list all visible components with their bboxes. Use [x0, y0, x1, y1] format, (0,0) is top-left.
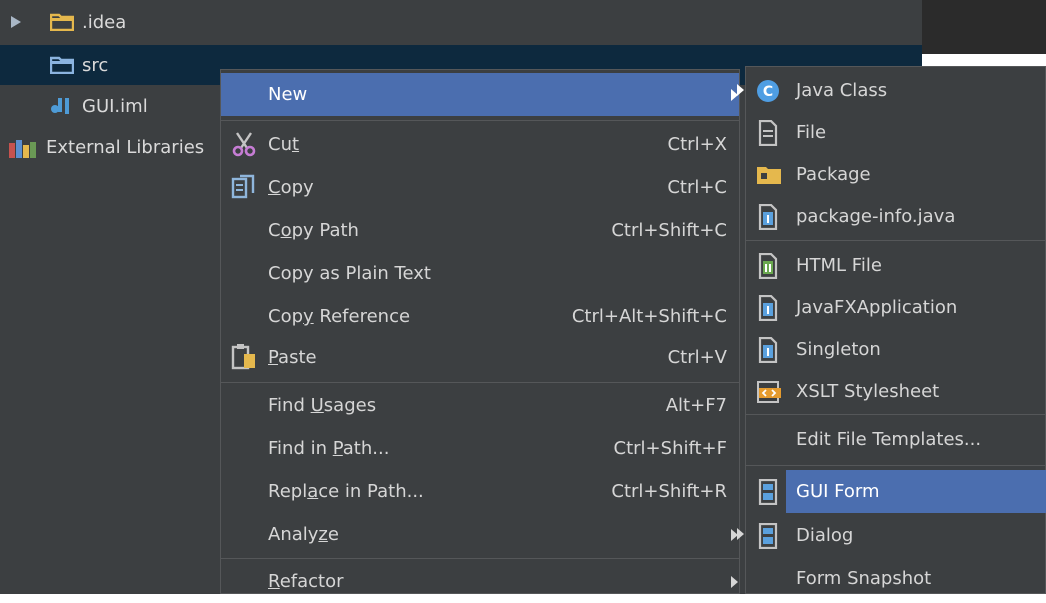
folder-icon [50, 13, 74, 31]
java-file-icon [758, 204, 778, 230]
shortcut-label: Ctrl+Shift+C [611, 220, 727, 241]
menu-item-copy-as-plain-text[interactable]: Copy as Plain Text [221, 252, 739, 295]
java-class-icon: C [756, 79, 780, 103]
gui-form-icon [758, 479, 778, 505]
svg-text:C: C [763, 84, 773, 100]
menu-separator [221, 120, 739, 121]
shortcut-label: Ctrl+Alt+Shift+C [571, 306, 727, 327]
menu-item-label: Replace in Path... [268, 481, 424, 502]
menu-item-label: Refactor [268, 571, 344, 592]
submenu-item-gui-form[interactable]: GUI Form [746, 470, 1046, 513]
menu-item-label: Cut [268, 134, 300, 155]
submenu-item-label: File [796, 122, 827, 143]
tree-item-label: External Libraries [46, 137, 205, 158]
menu-separator [746, 465, 1045, 466]
context-menu: New Cut Ctrl+X Copy Ctrl+C Copy Path Ctr… [220, 69, 740, 594]
iml-file-icon [50, 96, 72, 116]
html-file-icon [758, 253, 778, 279]
menu-separator [221, 382, 739, 383]
menu-item-label: Find Usages [268, 395, 377, 416]
submenu-item-label: Singleton [796, 339, 881, 360]
submenu-item-xslt-stylesheet[interactable]: XSLT Stylesheet [746, 370, 1045, 413]
menu-item-label: Analyze [268, 524, 339, 545]
menu-item-refactor[interactable]: Refactor [221, 560, 739, 603]
menu-item-find-in-path[interactable]: Find in Path... Ctrl+Shift+F [221, 427, 739, 470]
submenu-item-label: JavaFXApplication [796, 297, 958, 318]
menu-item-label: Copy Reference [268, 306, 411, 327]
menu-item-label: Copy [268, 177, 314, 198]
submenu-item-label: package-info.java [796, 206, 956, 227]
new-submenu: C Java Class File Package package-info.j… [745, 66, 1046, 594]
java-file-icon [758, 295, 778, 321]
submenu-item-package[interactable]: Package [746, 153, 1045, 196]
shortcut-label: Ctrl+X [667, 134, 727, 155]
submenu-item-edit-file-templates[interactable]: Edit File Templates... [746, 418, 1045, 461]
submenu-item-singleton[interactable]: Singleton [746, 328, 1045, 371]
menu-item-copy-reference[interactable]: Copy Reference Ctrl+Alt+Shift+C [221, 295, 739, 338]
submenu-arrow-icon [731, 576, 738, 588]
menu-item-label: Copy Path [268, 220, 359, 241]
submenu-item-label: Dialog [796, 525, 854, 546]
scissors-icon [231, 131, 257, 157]
menu-item-label: Paste [268, 347, 317, 368]
submenu-item-javafxapplication[interactable]: JavaFXApplication [746, 286, 1045, 329]
menu-separator [221, 558, 739, 559]
submenu-item-label: Java Class [796, 80, 888, 101]
menu-item-cut[interactable]: Cut Ctrl+X [221, 123, 739, 166]
menu-item-label: New [268, 84, 308, 105]
libraries-icon [8, 137, 38, 159]
package-icon [756, 165, 782, 185]
submenu-item-label: HTML File [796, 255, 882, 276]
menu-item-paste[interactable]: Paste Ctrl+V [221, 336, 739, 379]
xslt-icon [756, 380, 782, 404]
file-icon [758, 120, 778, 146]
submenu-item-label: Package [796, 164, 871, 185]
shortcut-label: Ctrl+C [667, 177, 727, 198]
submenu-item-html-file[interactable]: HTML File [746, 244, 1045, 287]
dialog-form-icon [758, 523, 778, 549]
tree-item-gui-iml[interactable]: GUI.iml [0, 86, 220, 126]
menu-item-analyze[interactable]: Analyze [221, 513, 739, 556]
shortcut-label: Ctrl+Shift+R [611, 481, 727, 502]
expand-arrow-icon[interactable] [10, 15, 22, 29]
copy-icon [231, 174, 257, 200]
shortcut-label: Ctrl+V [667, 347, 727, 368]
menu-item-label: Find in Path... [268, 438, 390, 459]
submenu-item-label: XSLT Stylesheet [796, 381, 940, 402]
submenu-open-arrow-icon [737, 84, 744, 96]
menu-item-label: Copy as Plain Text [268, 263, 431, 284]
submenu-item-dialog[interactable]: Dialog [746, 514, 1045, 557]
tree-item-idea[interactable]: .idea [0, 2, 922, 42]
menu-item-copy[interactable]: Copy Ctrl+C [221, 166, 739, 209]
submenu-item-package-info-java[interactable]: package-info.java [746, 195, 1045, 238]
submenu-item-label: Form Snapshot [796, 568, 932, 589]
shortcut-label: Alt+F7 [665, 395, 727, 416]
menu-separator [746, 414, 1045, 415]
java-file-icon [758, 337, 778, 363]
tree-item-external-libraries[interactable]: External Libraries [0, 127, 220, 167]
submenu-item-file[interactable]: File [746, 111, 1045, 154]
editor-area [922, 0, 1046, 54]
menu-item-new[interactable]: New [221, 73, 739, 116]
paste-icon [231, 343, 257, 371]
menu-separator [746, 240, 1045, 241]
menu-item-find-usages[interactable]: Find Usages Alt+F7 [221, 384, 739, 427]
tree-item-label: src [82, 55, 109, 76]
tree-item-label: GUI.iml [82, 96, 148, 117]
source-folder-icon [50, 56, 74, 74]
menu-item-replace-in-path[interactable]: Replace in Path... Ctrl+Shift+R [221, 470, 739, 513]
submenu-item-java-class[interactable]: C Java Class [746, 69, 1045, 112]
tree-item-label: .idea [82, 12, 127, 33]
shortcut-label: Ctrl+Shift+F [613, 438, 727, 459]
submenu-item-label: GUI Form [796, 481, 880, 502]
submenu-arrow-icon [737, 528, 744, 540]
menu-item-copy-path[interactable]: Copy Path Ctrl+Shift+C [221, 209, 739, 252]
submenu-item-label: Edit File Templates... [796, 429, 982, 450]
